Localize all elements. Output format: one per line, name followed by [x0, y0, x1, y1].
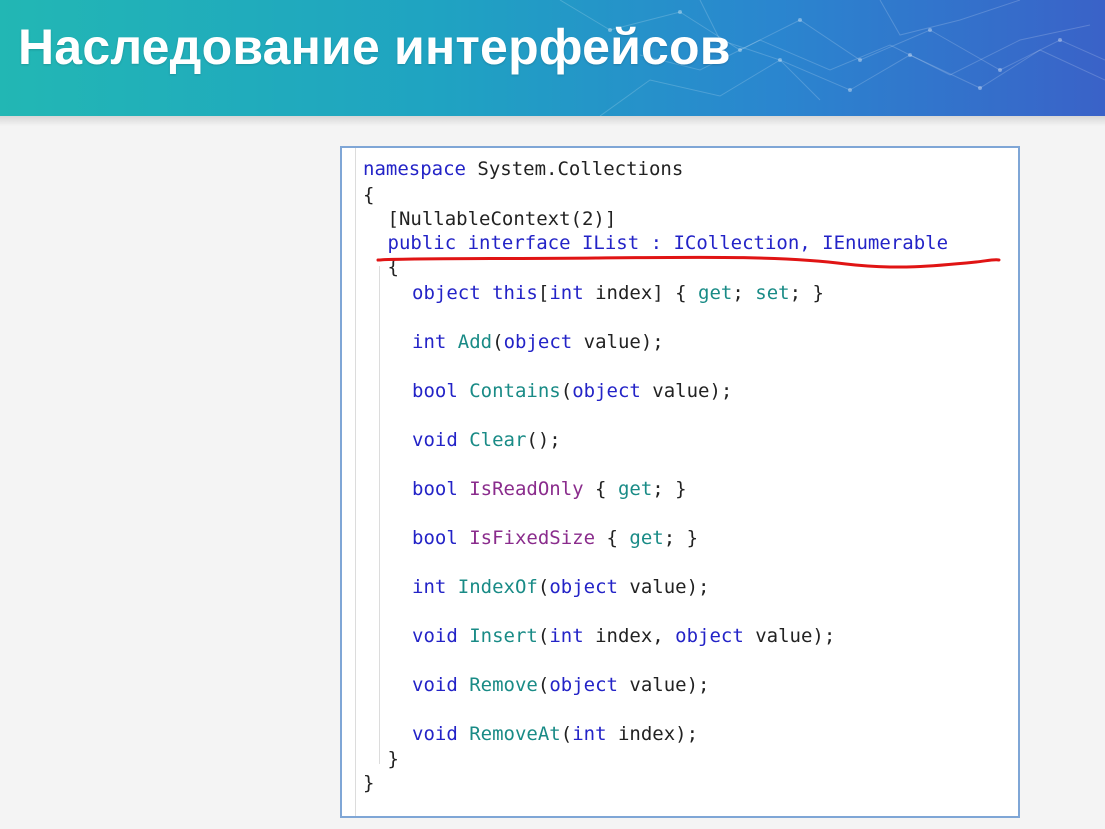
code-token: int [549, 625, 584, 647]
code-token: { [583, 478, 618, 500]
code-token: value); [617, 674, 710, 696]
code-line: { [363, 182, 374, 208]
code-token: System.Collections [465, 158, 684, 180]
code-token: IndexOf [457, 576, 538, 598]
code-token: } [363, 772, 375, 794]
code-token: object [549, 674, 618, 696]
code-token: int [549, 282, 584, 304]
code-line: } [388, 746, 399, 772]
code-token: { [595, 527, 630, 549]
code-token: get [617, 478, 653, 500]
code-token: bool [412, 527, 458, 549]
code-token: this [492, 282, 538, 304]
code-token: Clear [469, 429, 527, 451]
code-token: IsReadOnly [469, 478, 584, 500]
code-token: value); [640, 380, 733, 402]
indent-guide [379, 266, 380, 764]
code-token: object [549, 576, 618, 598]
code-token: ( [537, 674, 550, 696]
code-token: IsFixedSize [469, 527, 596, 549]
code-token: value); [572, 331, 664, 353]
code-line: bool IsFixedSize { get; } [412, 525, 698, 551]
code-line: bool IsReadOnly { get; } [412, 476, 687, 502]
code-token: ; [732, 282, 756, 304]
banner-shadow [0, 116, 1105, 126]
code-token: object [503, 331, 573, 353]
code-token: ( [560, 380, 573, 402]
code-token: void [412, 723, 458, 745]
code-token: ( [492, 331, 504, 353]
red-underline-annotation [376, 255, 1001, 269]
code-token: ( [537, 625, 550, 647]
code-token: object [412, 282, 481, 304]
code-token: index] { [583, 282, 699, 304]
code-line: } [363, 770, 374, 796]
code-token: namespace [363, 158, 466, 180]
code-token: int [412, 331, 447, 353]
code-token: int [412, 576, 447, 598]
code-line: void Insert(int index, object value); [412, 623, 835, 649]
code-token: index); [606, 723, 699, 745]
slide-title: Наследование интерфейсов [18, 19, 731, 75]
code-token: value); [743, 625, 836, 647]
code-line: void Remove(object value); [412, 672, 709, 698]
code-token: RemoveAt [469, 723, 561, 745]
code-token: value); [617, 576, 710, 598]
code-token: Remove [469, 674, 538, 696]
code-token: index, [583, 625, 676, 647]
code-line: void RemoveAt(int index); [412, 721, 698, 747]
code-token: object [572, 380, 641, 402]
code-token: ( [560, 723, 573, 745]
code-line: bool Contains(object value); [412, 378, 732, 404]
code-line: object this[int index] { get; set; } [412, 280, 824, 306]
code-token: get [698, 282, 733, 304]
code-token: bool [412, 380, 458, 402]
code-token: bool [412, 478, 458, 500]
code-token: object [675, 625, 744, 647]
code-token: public interface IList : ICollection, IE… [387, 232, 949, 254]
code-token: Insert [469, 625, 538, 647]
code-token: { [363, 184, 375, 206]
code-token: Contains [469, 380, 561, 402]
code-line: [NullableContext(2)] [388, 206, 617, 232]
code-token: [ [537, 282, 550, 304]
code-token: int [572, 723, 607, 745]
code-token: ( [537, 576, 550, 598]
code-line: namespace System.Collections [363, 156, 683, 182]
code-token: void [412, 429, 458, 451]
code-token: ; } [652, 478, 687, 500]
code-line: int IndexOf(object value); [412, 574, 709, 600]
code-token: void [412, 625, 458, 647]
indent-guide [355, 148, 356, 816]
code-token: ; } [789, 282, 824, 304]
code-token: ; } [663, 527, 699, 549]
code-line: int Add(object value); [412, 329, 664, 355]
code-line: void Clear(); [412, 427, 561, 453]
title-banner: Наследование интерфейсов [0, 0, 1105, 116]
code-token: void [412, 674, 458, 696]
code-token: Add [457, 331, 493, 353]
code-token: } [387, 748, 399, 770]
code-token: [NullableContext(2)] [387, 208, 617, 230]
code-token: get [629, 527, 664, 549]
code-token: set [755, 282, 790, 304]
code-token: (); [526, 429, 561, 451]
